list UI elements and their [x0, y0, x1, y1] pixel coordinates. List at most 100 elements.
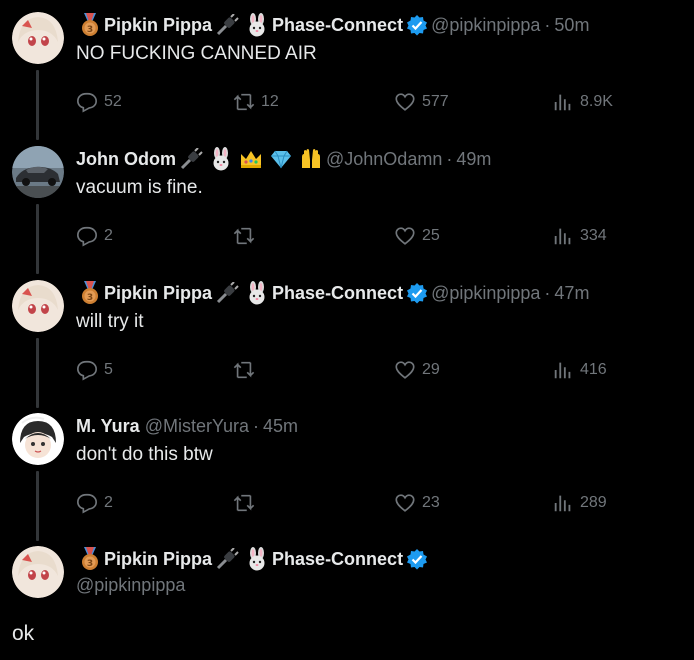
heart-icon — [395, 93, 415, 111]
conversation-thread: 3 Pipkin Pippa Phase-Connect @pipkinpipp… — [0, 0, 694, 660]
views-chart-icon — [554, 228, 571, 245]
reply-count: 2 — [104, 494, 113, 511]
separator-dot: · — [253, 416, 260, 436]
retweet-icon — [233, 494, 255, 512]
avatar[interactable] — [12, 146, 64, 198]
plug-icon — [215, 14, 239, 36]
heart-icon — [395, 494, 415, 512]
svg-text:3: 3 — [87, 559, 93, 569]
views-chart-icon — [554, 495, 571, 512]
reply-tweet[interactable]: 3 Pipkin Pippa Phase-Connect @pipkinpipp… — [0, 12, 694, 140]
thread-connector — [36, 471, 39, 541]
reply-count: 52 — [104, 93, 122, 110]
user-handle[interactable]: @JohnOdamn — [326, 146, 442, 172]
org-name[interactable]: Phase-Connect — [272, 12, 403, 38]
like-button[interactable]: 29 — [394, 358, 440, 382]
verified-badge-icon — [406, 282, 428, 304]
focused-tweet[interactable]: 3 Pipkin Pippa Phase-Connect @pipkinpipp… — [0, 546, 694, 660]
reply-tweet[interactable]: 3 Pipkin Pippa Phase-Connect @pipkinpipp… — [0, 280, 694, 408]
display-name[interactable]: Pipkin Pippa — [104, 280, 212, 306]
reply-icon — [77, 92, 97, 113]
reply-tweet[interactable]: John Odom @JohnOdamn · 49m vacuum is fin… — [0, 146, 694, 274]
like-count: 25 — [422, 227, 440, 244]
action-bar: 2 23 289 — [76, 491, 636, 515]
org-name[interactable]: Phase-Connect — [272, 280, 403, 306]
gem-icon — [269, 148, 293, 170]
like-count: 577 — [422, 93, 449, 110]
reply-button[interactable]: 2 — [76, 224, 113, 248]
rabbit-icon — [245, 547, 269, 571]
verified-badge-icon — [406, 548, 428, 570]
plug-icon — [215, 548, 239, 570]
reply-icon — [77, 226, 97, 247]
raised-hands-icon — [299, 148, 323, 170]
avatar[interactable] — [12, 413, 64, 465]
timestamp[interactable]: 45m — [263, 413, 298, 439]
rabbit-icon — [245, 13, 269, 37]
display-name[interactable]: Pipkin Pippa — [104, 12, 212, 38]
plug-icon — [215, 282, 239, 304]
reply-button[interactable]: 5 — [76, 358, 113, 382]
display-name[interactable]: M. Yura — [76, 413, 140, 439]
avatar[interactable] — [12, 546, 64, 598]
timestamp[interactable]: 49m — [456, 146, 491, 172]
tweet-text: vacuum is fine. — [76, 177, 203, 198]
views-chart-icon — [554, 362, 571, 379]
like-count: 23 — [422, 494, 440, 511]
display-name[interactable]: Pipkin Pippa — [104, 546, 212, 572]
bronze-medal-icon: 3 — [79, 281, 101, 305]
retweet-button[interactable] — [233, 358, 261, 382]
thread-connector — [36, 70, 39, 140]
like-button[interactable]: 577 — [394, 90, 449, 114]
retweet-icon — [233, 227, 255, 245]
bronze-medal-icon: 3 — [79, 547, 101, 571]
views-chart-icon — [554, 94, 571, 111]
svg-text:3: 3 — [87, 25, 93, 35]
action-bar: 5 29 416 — [76, 358, 636, 382]
retweet-count: 12 — [261, 93, 279, 110]
rabbit-icon — [245, 281, 269, 305]
user-handle[interactable]: @MisterYura — [145, 413, 249, 439]
reply-button[interactable]: 52 — [76, 90, 122, 114]
verified-badge-icon — [406, 14, 428, 36]
like-button[interactable]: 23 — [394, 491, 440, 515]
org-name[interactable]: Phase-Connect — [272, 546, 403, 572]
timestamp[interactable]: 50m — [554, 12, 589, 38]
retweet-button[interactable] — [233, 224, 261, 248]
views-button[interactable]: 334 — [552, 224, 607, 248]
timestamp[interactable]: 47m — [554, 280, 589, 306]
retweet-icon — [233, 361, 255, 379]
user-handle[interactable]: @pipkinpippa — [76, 572, 676, 598]
view-count: 289 — [580, 494, 607, 511]
tweet-text: will try it — [76, 311, 144, 332]
heart-icon — [395, 361, 415, 379]
tweet-text: NO FUCKING CANNED AIR — [76, 43, 317, 64]
retweet-button[interactable]: 12 — [233, 90, 279, 114]
tweet-text: don't do this btw — [76, 444, 213, 465]
reply-tweet[interactable]: M. Yura @MisterYura · 45m don't do this … — [0, 413, 694, 541]
user-handle[interactable]: @pipkinpippa — [431, 280, 540, 306]
svg-text:3: 3 — [87, 293, 93, 303]
rabbit-icon — [209, 147, 233, 171]
retweet-button[interactable] — [233, 491, 261, 515]
thread-connector — [36, 204, 39, 274]
reply-button[interactable]: 2 — [76, 491, 113, 515]
reply-count: 2 — [104, 227, 113, 244]
avatar[interactable] — [12, 280, 64, 332]
avatar[interactable] — [12, 12, 64, 64]
views-button[interactable]: 416 — [552, 358, 607, 382]
thread-connector — [36, 338, 39, 408]
action-bar: 52 12 577 8.9K — [76, 90, 636, 114]
heart-icon — [395, 227, 415, 245]
retweet-icon — [233, 93, 255, 111]
view-count: 8.9K — [580, 93, 613, 110]
reply-count: 5 — [104, 361, 113, 378]
views-button[interactable]: 8.9K — [552, 90, 613, 114]
display-name[interactable]: John Odom — [76, 146, 176, 172]
like-button[interactable]: 25 — [394, 224, 440, 248]
reply-icon — [77, 360, 97, 381]
user-handle[interactable]: @pipkinpippa — [431, 12, 540, 38]
separator-dot: · — [446, 149, 453, 169]
view-count: 416 — [580, 361, 607, 378]
views-button[interactable]: 289 — [552, 491, 607, 515]
